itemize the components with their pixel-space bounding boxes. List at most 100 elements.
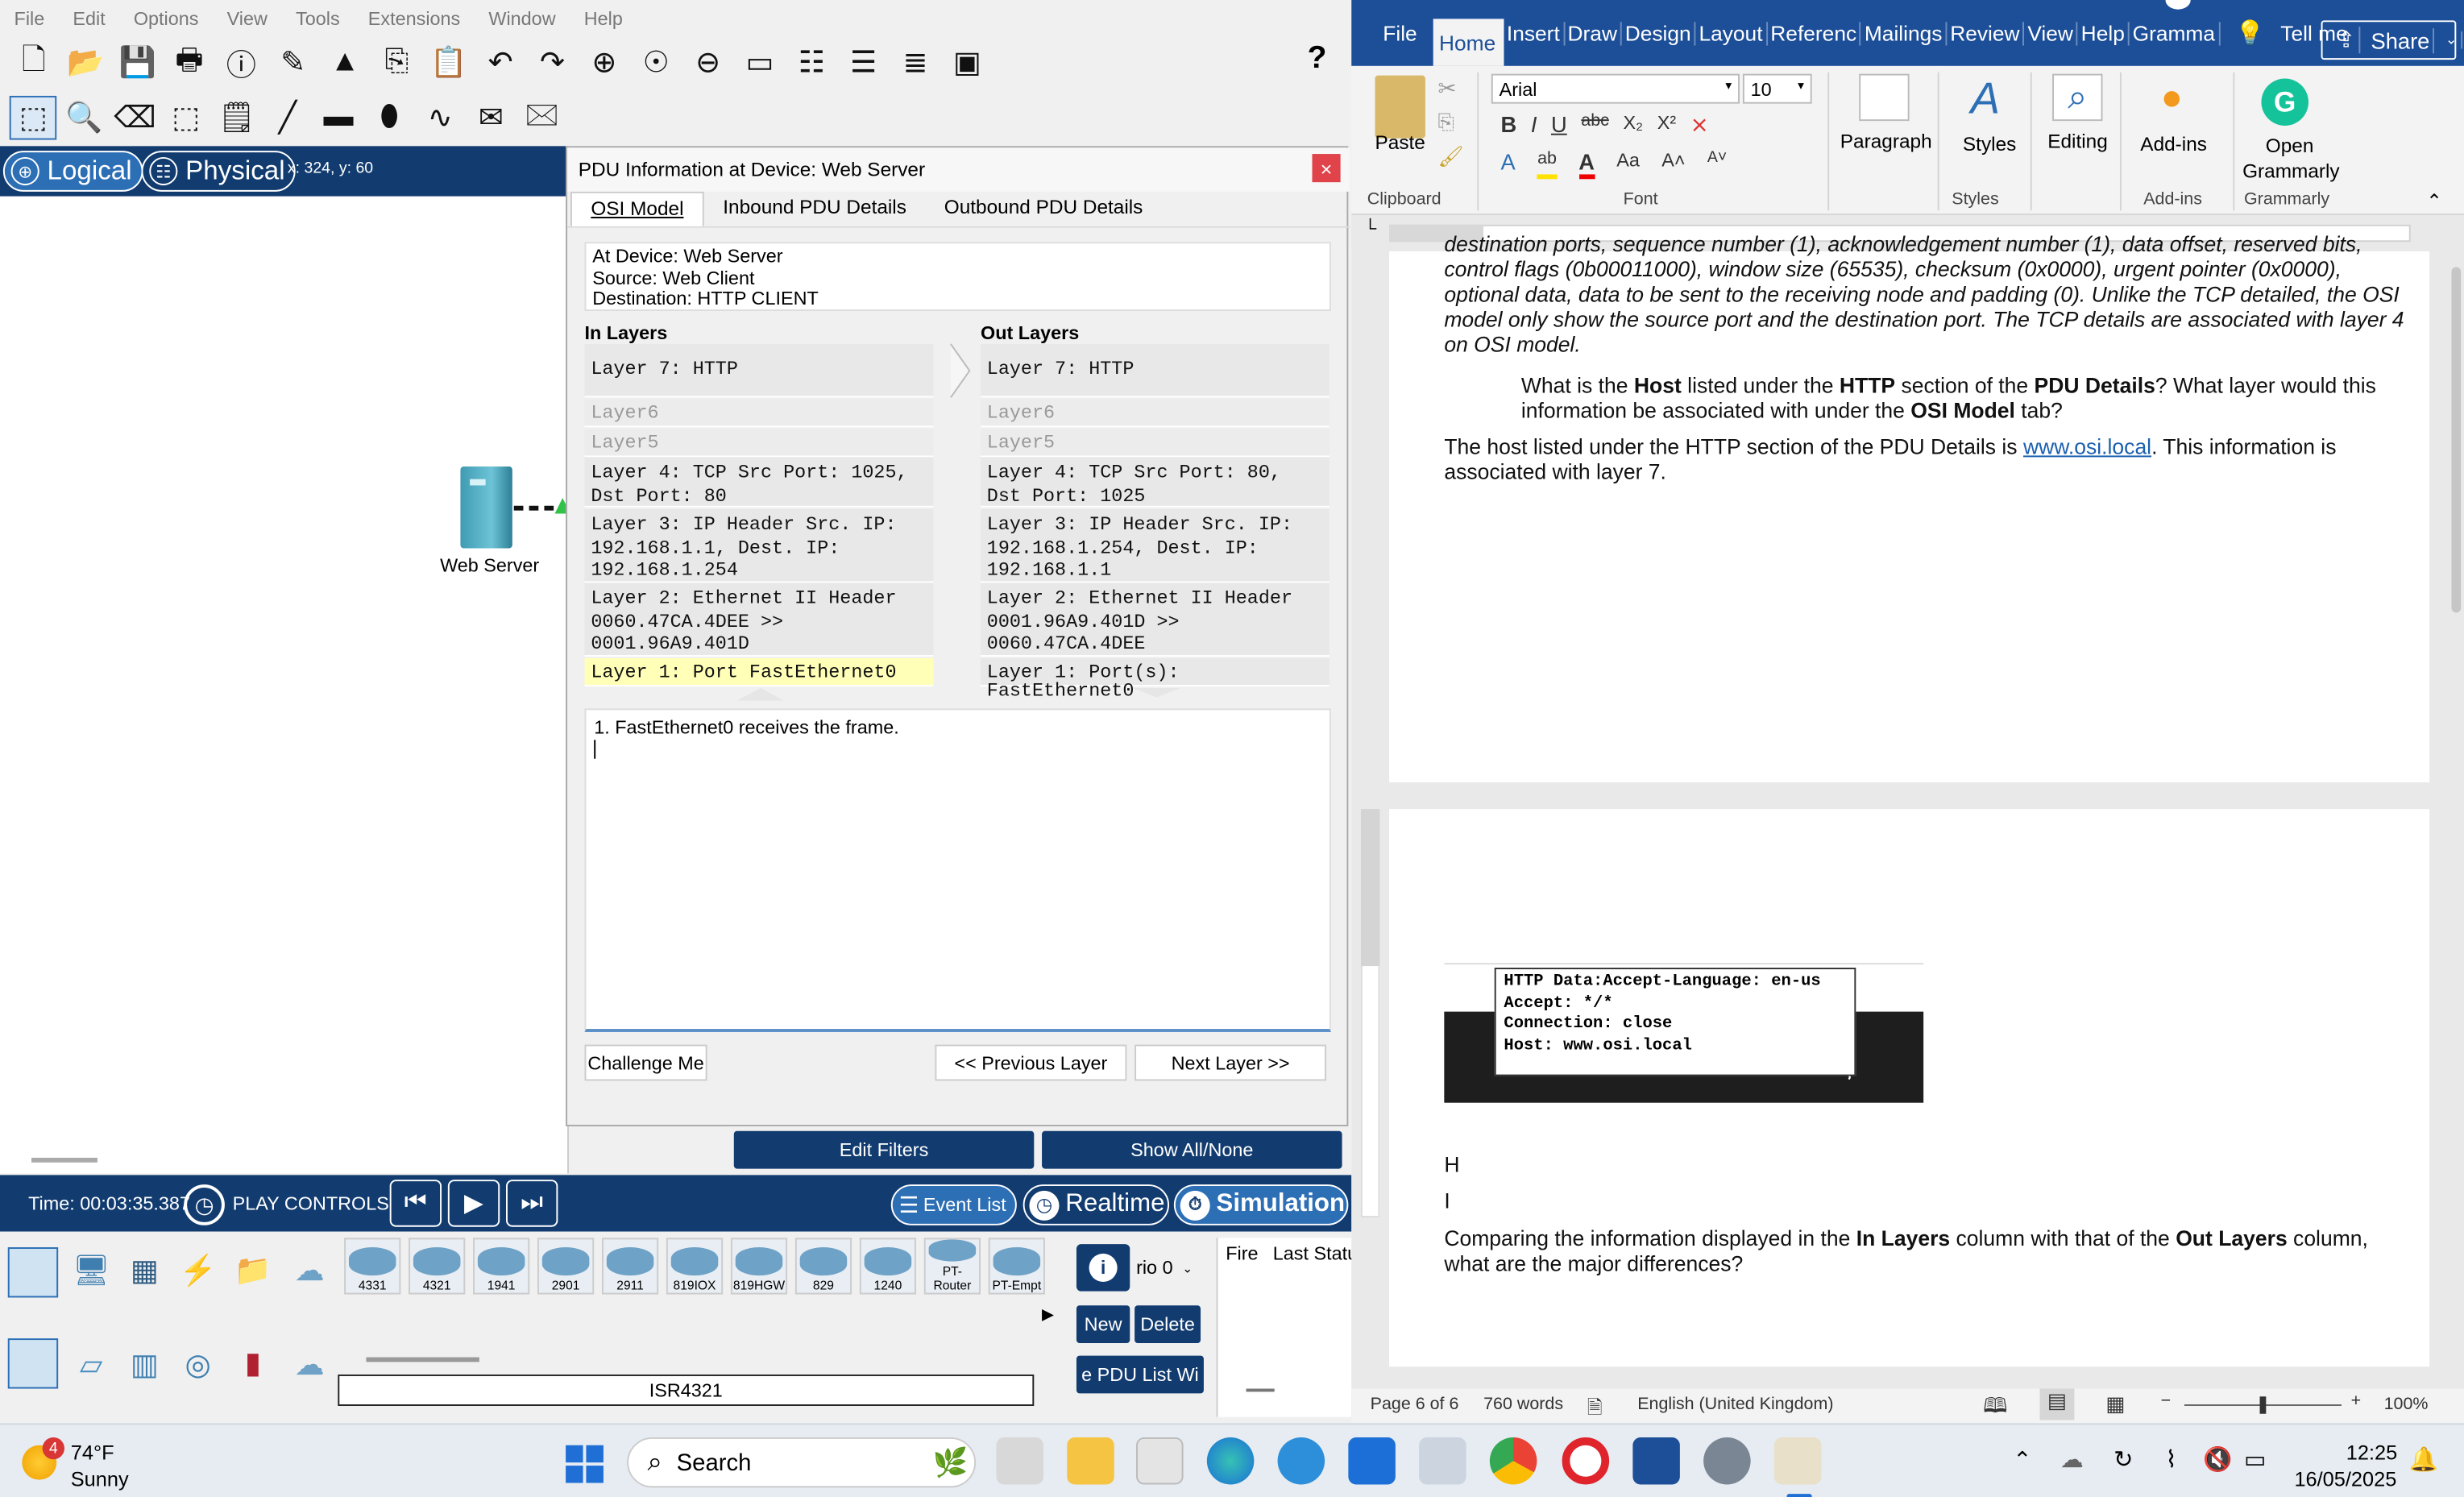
addins-icon[interactable] (2163, 91, 2180, 107)
device-template-icon[interactable]: ≣ (891, 41, 940, 85)
info-icon[interactable]: ⓘ (217, 41, 265, 85)
superscript-icon[interactable]: X² (1657, 111, 1676, 138)
in-layer-5[interactable]: Layer5 (584, 429, 934, 458)
styles-label[interactable]: Styles (1963, 134, 2016, 156)
word-count[interactable]: 760 words (1483, 1395, 1563, 1413)
security-subcategory-icon[interactable]: ▮ (231, 1341, 276, 1386)
draw-rectangle-icon[interactable]: ▬ (314, 96, 362, 140)
menu-file[interactable]: File (0, 8, 59, 30)
inspect-icon[interactable]: 🔍 (60, 96, 108, 140)
embedded-screenshot[interactable]: ⌇ HTTP Data:Accept-Language: en-us Accep… (1444, 963, 1924, 1103)
wifi-icon[interactable]: ⌇ (2166, 1445, 2177, 1474)
draw-ellipse-icon[interactable]: ⬮ (366, 96, 413, 140)
back-button[interactable]: ⏮ (389, 1180, 442, 1227)
out-layer-6[interactable]: Layer6 (980, 399, 1329, 428)
toggle-pdu-list-button[interactable]: e PDU List Wi (1076, 1355, 1204, 1394)
cut-icon[interactable]: ✂ (1438, 76, 1457, 102)
tab-file[interactable]: File (1351, 21, 1433, 44)
freeform-icon[interactable]: ∿ (417, 96, 464, 140)
in-layer-6[interactable]: Layer6 (584, 399, 934, 428)
packet-tracer-app-icon[interactable] (1773, 1437, 1822, 1485)
sync-icon[interactable]: ↻ (2113, 1445, 2134, 1474)
tab-insert[interactable]: Insert (1504, 21, 1565, 45)
device-model-1240[interactable]: 1240 (859, 1238, 917, 1295)
copy-icon[interactable]: ⎘ (1438, 110, 1454, 135)
in-layer-2[interactable]: Layer 2: Ethernet II Header 0060.47CA.4D… (584, 583, 934, 657)
format-painter-icon[interactable]: 🖌 (1438, 144, 1464, 169)
remote-desktop-icon[interactable] (1419, 1437, 1466, 1485)
help-icon[interactable]: ? (1308, 41, 1327, 77)
read-mode-icon[interactable]: 🕮 (1983, 1391, 2007, 1426)
italic-icon[interactable]: I (1531, 111, 1537, 138)
new-scenario-button[interactable]: New (1076, 1305, 1130, 1343)
tab-view[interactable]: View (2024, 21, 2078, 45)
activity-wizard-icon[interactable]: ✎ (269, 41, 317, 85)
document-page-5[interactable]: destination ports, sequence number (1), … (1389, 233, 2430, 782)
grammarly-label[interactable]: Open Grammarly (2242, 134, 2340, 184)
delete-scenario-button[interactable]: Delete (1135, 1305, 1201, 1343)
osi-local-link[interactable]: www.osi.local (2023, 435, 2151, 458)
device-model-2911[interactable]: 2911 (601, 1238, 659, 1295)
in-layer-1[interactable]: Layer 1: Port FastEthernet0 (584, 657, 934, 687)
clear-format-icon[interactable]: ⨯ (1690, 111, 1709, 138)
strikethrough-icon[interactable]: abc (1581, 111, 1609, 138)
draw-palette-icon[interactable]: ▭ (736, 41, 784, 85)
zoom-level[interactable]: 100% (2384, 1395, 2429, 1413)
menu-extensions[interactable]: Extensions (354, 8, 475, 30)
profile-avatar[interactable] (2165, 0, 2191, 10)
device-model-2901[interactable]: 2901 (537, 1238, 595, 1295)
resize-shape-icon[interactable]: ⬚ (162, 96, 209, 140)
language-status[interactable]: English (United Kingdom) (1637, 1395, 1833, 1413)
network-devices-category-icon[interactable] (7, 1247, 59, 1298)
out-layer-3[interactable]: Layer 3: IP Header Src. IP: 192.168.1.25… (980, 508, 1329, 583)
proofing-icon[interactable]: 🗎 (1587, 1393, 1603, 1426)
web-layout-icon[interactable]: ▦ (2105, 1391, 2125, 1416)
opera-icon[interactable] (1562, 1437, 1610, 1485)
menu-help[interactable]: Help (570, 8, 637, 30)
out-layer-7[interactable]: Layer 7: HTTP (980, 343, 1329, 398)
taskbar-search[interactable]: ⌕ Search 🌿 (627, 1437, 977, 1488)
weather-condition[interactable]: Sunny (71, 1467, 129, 1491)
zoom-reset-icon[interactable]: ☉ (632, 41, 680, 85)
myhp-icon[interactable] (1348, 1437, 1396, 1485)
simulation-button[interactable]: ⏱ Simulation (1173, 1184, 1349, 1225)
logical-workspace[interactable]: Web Server (0, 196, 570, 1174)
bold-icon[interactable]: B (1501, 111, 1517, 138)
settings-icon[interactable] (1703, 1437, 1751, 1485)
editing-label[interactable]: Editing (2047, 131, 2108, 152)
styles-icon[interactable]: A (1971, 74, 2000, 124)
task-view-icon[interactable] (996, 1437, 1043, 1485)
font-name-select[interactable]: Arial ▾ (1491, 73, 1740, 104)
device-model-1941[interactable]: 1941 (473, 1238, 530, 1295)
scenario-select[interactable]: rio 0 ⌄ (1133, 1251, 1205, 1283)
device-model-4321[interactable]: 4321 (409, 1238, 466, 1295)
end-devices-category-icon[interactable]: 🖥 (69, 1247, 114, 1294)
chrome-icon[interactable] (1489, 1437, 1537, 1485)
next-layer-button[interactable]: Next Layer >> (1135, 1044, 1327, 1081)
menu-window[interactable]: Window (475, 8, 570, 30)
show-hidden-icons-icon[interactable]: ⌃ (2013, 1447, 2031, 1474)
document-page-6[interactable]: ⌇ HTTP Data:Accept-Language: en-us Accep… (1389, 809, 2430, 1367)
out-layer-5[interactable]: Layer5 (980, 429, 1329, 458)
device-model-819iox[interactable]: 819IOX (666, 1238, 724, 1295)
zoom-thumb[interactable] (2259, 1396, 2267, 1414)
network-info-icon[interactable]: ▲ (321, 41, 369, 85)
physical-view-button[interactable]: ☷ Physical (141, 151, 297, 192)
shrink-font-icon[interactable]: A˅ (1707, 149, 1727, 179)
device-model-pt-router[interactable]: PT-Router (923, 1238, 981, 1295)
device-model-4331[interactable]: 4331 (344, 1238, 401, 1295)
grammarly-icon[interactable]: G (2261, 78, 2308, 126)
close-icon[interactable]: × (1312, 154, 1341, 183)
zoom-out-icon[interactable]: − (2161, 1391, 2172, 1410)
hubs-subcategory-icon[interactable]: ▥ (122, 1345, 167, 1386)
device-scrollbar[interactable] (366, 1357, 479, 1362)
tab-review[interactable]: Review (1947, 21, 2025, 45)
realtime-button[interactable]: ◷ Realtime (1023, 1184, 1170, 1225)
screenshot-icon[interactable]: ▣ (943, 41, 991, 85)
underline-icon[interactable]: U (1551, 111, 1567, 138)
layer-description-box[interactable]: 1. FastEthernet0 receives the frame. (584, 708, 1331, 1032)
delete-icon[interactable]: ⌫ (111, 96, 159, 140)
subscript-icon[interactable]: X₂ (1623, 111, 1643, 138)
highlight-icon[interactable]: ab (1537, 149, 1557, 180)
table-scrollbar[interactable] (1246, 1388, 1275, 1392)
